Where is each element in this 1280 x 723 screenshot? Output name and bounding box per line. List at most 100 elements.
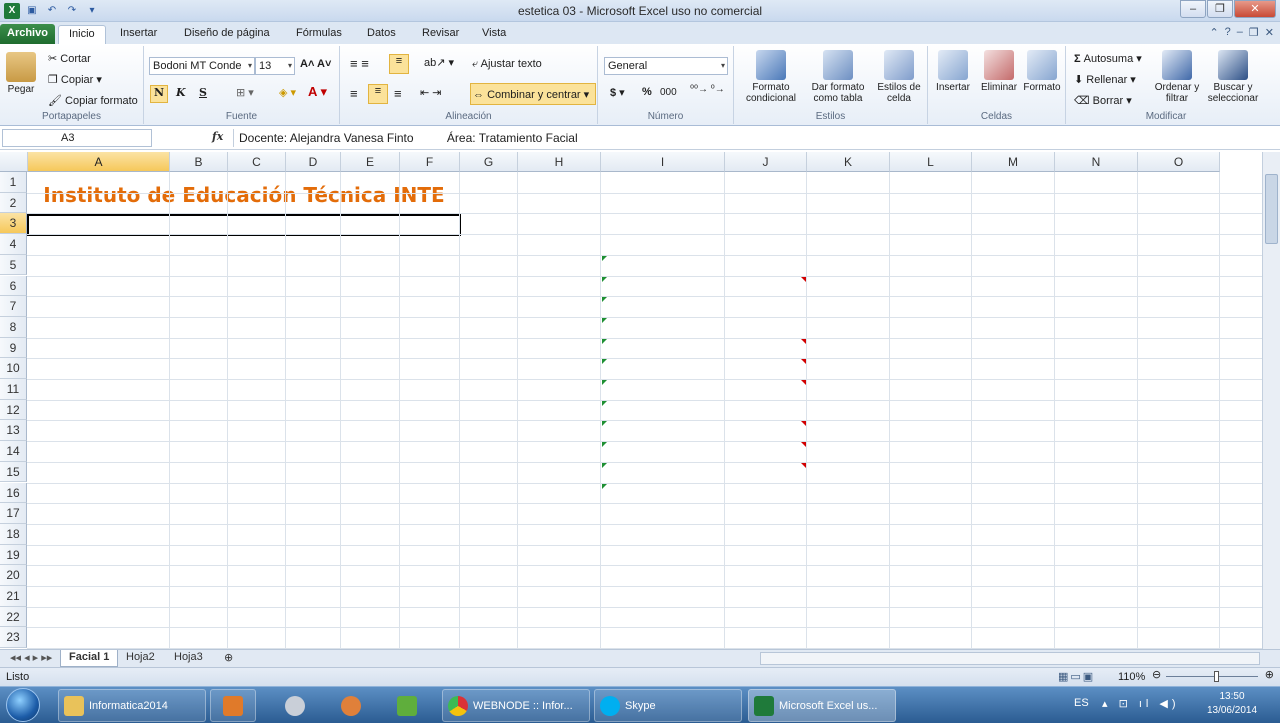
- result-cell[interactable]: [725, 379, 807, 399]
- row-header-1[interactable]: 1: [0, 172, 27, 193]
- align-top-icon[interactable]: ≡ ≡: [350, 56, 369, 71]
- paste-button[interactable]: Pegar: [4, 52, 38, 95]
- column-header-f[interactable]: F: [400, 152, 460, 172]
- column-header-i[interactable]: I: [601, 152, 725, 172]
- result-cell[interactable]: [725, 400, 807, 420]
- result-cell[interactable]: [725, 483, 807, 503]
- header-cell[interactable]: [726, 234, 808, 254]
- doc-restore-icon[interactable]: ❐: [1249, 26, 1259, 39]
- grade-cell[interactable]: [286, 358, 341, 378]
- row-header-11[interactable]: 11: [0, 379, 27, 400]
- taskbar-item-chrome[interactable]: WEBNODE :: Infor...: [442, 689, 590, 722]
- align-center-icon[interactable]: ≡: [368, 84, 388, 104]
- grade-cell[interactable]: [286, 276, 341, 296]
- grade-cell[interactable]: [228, 462, 286, 482]
- grade-cell[interactable]: [400, 483, 460, 503]
- taskbar-item-explorer[interactable]: Informatica2014: [58, 689, 206, 722]
- grade-cell[interactable]: [286, 420, 341, 440]
- header-cell[interactable]: [461, 234, 519, 254]
- grade-cell[interactable]: [341, 255, 400, 275]
- result-cell[interactable]: [725, 296, 807, 316]
- grade-cell[interactable]: [518, 296, 601, 316]
- area-cell[interactable]: [301, 213, 459, 233]
- grade-cell[interactable]: [518, 358, 601, 378]
- column-header-g[interactable]: G: [460, 152, 518, 172]
- merge-center-button[interactable]: ⇔ Combinar y centrar ▾: [470, 83, 596, 105]
- grade-cell[interactable]: [341, 400, 400, 420]
- grade-cell[interactable]: [170, 296, 228, 316]
- row-header-21[interactable]: 21: [0, 586, 27, 607]
- header-cell[interactable]: [342, 234, 401, 254]
- minimize-button[interactable]: –: [1180, 0, 1206, 18]
- grade-cell[interactable]: [228, 441, 286, 461]
- grade-cell[interactable]: [170, 317, 228, 337]
- column-header-j[interactable]: J: [725, 152, 807, 172]
- grade-cell[interactable]: [286, 379, 341, 399]
- grade-cell[interactable]: [518, 420, 601, 440]
- row-header-2[interactable]: 2: [0, 192, 27, 214]
- grade-cell[interactable]: [460, 400, 518, 420]
- grade-cell[interactable]: [170, 420, 228, 440]
- grade-cell[interactable]: [518, 400, 601, 420]
- grade-cell[interactable]: [286, 483, 341, 503]
- row-header-6[interactable]: 6: [0, 275, 27, 297]
- student-name-cell[interactable]: [28, 420, 170, 440]
- grade-cell[interactable]: [400, 462, 460, 482]
- row-header-5[interactable]: 5: [0, 254, 27, 276]
- row-header-15[interactable]: 15: [0, 461, 27, 483]
- grade-cell[interactable]: [400, 400, 460, 420]
- align-right-icon[interactable]: ≡: [394, 86, 402, 101]
- grade-cell[interactable]: [286, 462, 341, 482]
- result-cell[interactable]: [725, 462, 807, 482]
- tray-icons[interactable]: ▴ ⊡ ıl ◀): [1102, 697, 1180, 710]
- grade-cell[interactable]: [170, 400, 228, 420]
- row-header-9[interactable]: 9: [0, 337, 27, 359]
- grade-cell[interactable]: [400, 420, 460, 440]
- column-header-n[interactable]: N: [1055, 152, 1138, 172]
- result-cell[interactable]: [725, 441, 807, 461]
- percent-button[interactable]: %: [642, 86, 652, 98]
- conditional-format-button[interactable]: Formato condicional: [738, 50, 804, 104]
- column-header-c[interactable]: C: [228, 152, 286, 172]
- grade-cell[interactable]: [460, 483, 518, 503]
- font-size-select[interactable]: 13 ▾: [255, 57, 295, 75]
- format-painter-button[interactable]: 🖌 Copiar formato: [48, 94, 138, 107]
- scroll-thumb[interactable]: [1265, 174, 1278, 244]
- row-header-13[interactable]: 13: [0, 420, 27, 442]
- grade-cell[interactable]: [400, 358, 460, 378]
- grade-cell[interactable]: [286, 317, 341, 337]
- grade-cell[interactable]: [400, 255, 460, 275]
- grade-cell[interactable]: [228, 400, 286, 420]
- result-cell[interactable]: [725, 420, 807, 440]
- fill-color-icon[interactable]: ◈ ▾: [279, 86, 296, 99]
- grade-cell[interactable]: [460, 379, 518, 399]
- row-header-8[interactable]: 8: [0, 316, 27, 338]
- grade-cell[interactable]: [170, 338, 228, 358]
- grade-cell[interactable]: [228, 420, 286, 440]
- result-cell[interactable]: [725, 317, 807, 337]
- clock[interactable]: 13:50 13/06/2014: [1196, 690, 1268, 718]
- vertical-scrollbar[interactable]: [1262, 152, 1280, 649]
- header-cell[interactable]: [287, 234, 342, 254]
- wrap-text-button[interactable]: ⤶ Ajustar texto: [472, 58, 542, 71]
- student-name-cell[interactable]: [28, 400, 170, 420]
- align-left-icon[interactable]: ≡: [350, 86, 358, 101]
- grade-cell[interactable]: [228, 296, 286, 316]
- column-header-a[interactable]: A: [28, 152, 170, 172]
- student-name-cell[interactable]: [28, 483, 170, 503]
- name-box[interactable]: A3: [2, 129, 152, 147]
- row-header-3[interactable]: 3: [0, 213, 27, 235]
- select-all-corner[interactable]: [0, 152, 28, 172]
- row-header-4[interactable]: 4: [0, 234, 27, 255]
- grade-cell[interactable]: [518, 483, 601, 503]
- header-cell[interactable]: [602, 234, 726, 254]
- grade-cell[interactable]: [460, 255, 518, 275]
- row-header-23[interactable]: 23: [0, 627, 27, 649]
- find-select-button[interactable]: Buscar y seleccionar: [1202, 50, 1264, 104]
- column-header-b[interactable]: B: [170, 152, 228, 172]
- close-button[interactable]: ✕: [1234, 0, 1276, 18]
- grade-cell[interactable]: [601, 420, 725, 440]
- header-cell[interactable]: [29, 234, 171, 254]
- grade-cell[interactable]: [341, 462, 400, 482]
- grade-cell[interactable]: [400, 276, 460, 296]
